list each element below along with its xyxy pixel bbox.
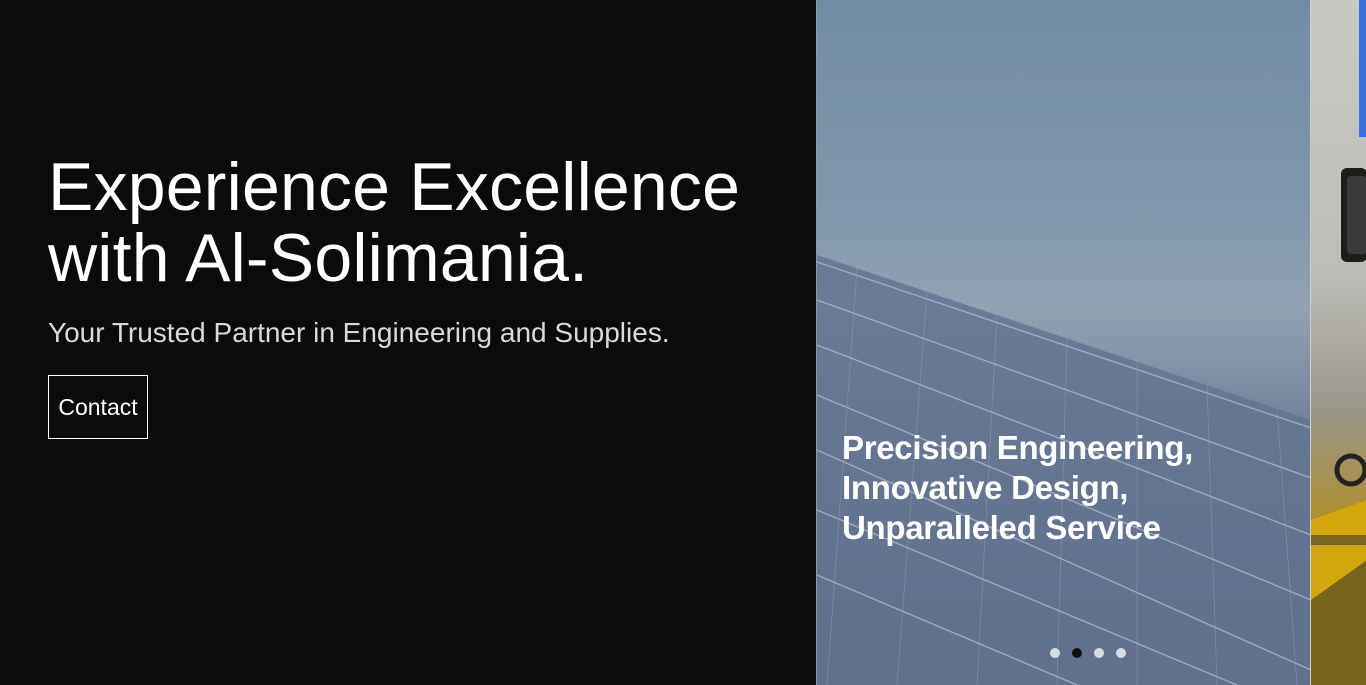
solar-panels-image bbox=[817, 0, 1311, 685]
page: Experience Excellence with Al-Solimania.… bbox=[0, 0, 1366, 685]
machinery-image bbox=[1311, 168, 1366, 685]
slider-dot-3[interactable] bbox=[1094, 648, 1104, 658]
hero-subtitle: Your Trusted Partner in Engineering and … bbox=[48, 317, 670, 348]
slide-solar-panels: Precision Engineering, Innovative Design… bbox=[816, 0, 1311, 685]
slider-dot-4[interactable] bbox=[1116, 648, 1126, 658]
hero-section: Experience Excellence with Al-Solimania.… bbox=[48, 152, 748, 439]
slider-dot-2[interactable] bbox=[1072, 648, 1082, 658]
slide-machinery bbox=[1310, 0, 1366, 685]
scroll-indicator bbox=[1359, 0, 1366, 137]
slider-dot-1[interactable] bbox=[1050, 648, 1060, 658]
slider-pagination bbox=[1050, 648, 1126, 658]
contact-button[interactable]: Contact bbox=[48, 375, 148, 439]
image-slider[interactable]: Precision Engineering, Innovative Design… bbox=[816, 0, 1366, 685]
slide-caption: Precision Engineering, Innovative Design… bbox=[842, 429, 1193, 546]
hero-title: Experience Excellence with Al-Solimania. bbox=[48, 149, 741, 296]
